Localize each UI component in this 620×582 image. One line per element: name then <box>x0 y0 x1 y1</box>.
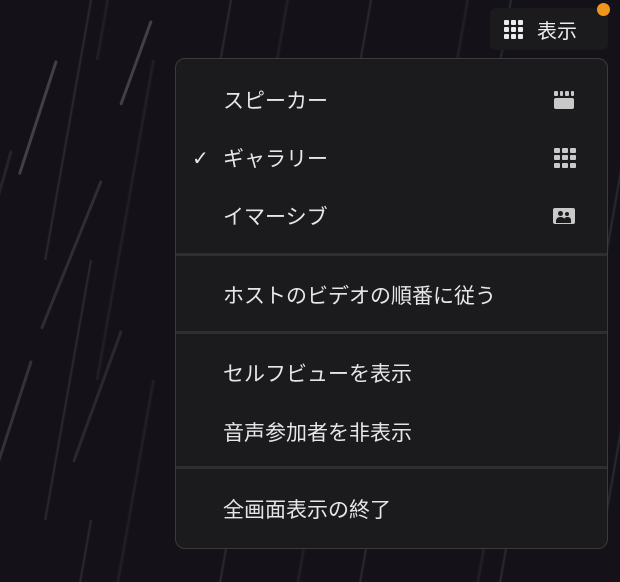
gallery-grid-icon <box>504 19 523 39</box>
background-light-streak <box>0 360 33 504</box>
view-button-label: 表示 <box>537 18 577 43</box>
menu-item-gallery[interactable]: ✓ ギャラリー <box>176 133 607 183</box>
menu-item-label: イマーシブ <box>223 205 328 229</box>
notification-dot <box>597 3 610 16</box>
menu-item-label: 全画面表示の終了 <box>223 498 391 522</box>
background-light-streak <box>119 20 153 106</box>
background-light-streak <box>72 330 123 463</box>
speaker-view-icon <box>553 90 575 110</box>
background-light-streak <box>0 150 13 257</box>
view-button[interactable]: 表示 <box>490 8 608 50</box>
menu-item-immersive[interactable]: イマーシブ <box>176 191 607 241</box>
view-menu: スピーカー ✓ ギャラリー イマーシブ ホストのビデオの順番に従う セルフビュー… <box>175 58 608 549</box>
menu-divider <box>176 466 607 469</box>
background-light-streak <box>40 180 103 330</box>
menu-divider <box>176 331 607 334</box>
menu-item-speaker[interactable]: スピーカー <box>176 75 607 125</box>
menu-item-show-self-view[interactable]: セルフビューを表示 <box>176 348 607 398</box>
menu-item-label: 音声参加者を非表示 <box>223 421 412 445</box>
menu-item-label: スピーカー <box>223 89 328 113</box>
menu-item-exit-fullscreen[interactable]: 全画面表示の終了 <box>176 484 607 534</box>
menu-divider <box>176 253 607 256</box>
background-light-streak <box>17 60 58 176</box>
menu-item-hide-audio-participants[interactable]: 音声参加者を非表示 <box>176 407 607 457</box>
menu-item-follow-host-order[interactable]: ホストのビデオの順番に従う <box>176 270 607 320</box>
menu-item-label: ホストのビデオの順番に従う <box>223 284 496 308</box>
menu-item-label: セルフビューを表示 <box>223 362 412 386</box>
check-icon: ✓ <box>192 146 209 170</box>
immersive-view-icon <box>553 208 575 224</box>
gallery-view-icon <box>553 147 577 169</box>
menu-item-label: ギャラリー <box>223 147 328 171</box>
